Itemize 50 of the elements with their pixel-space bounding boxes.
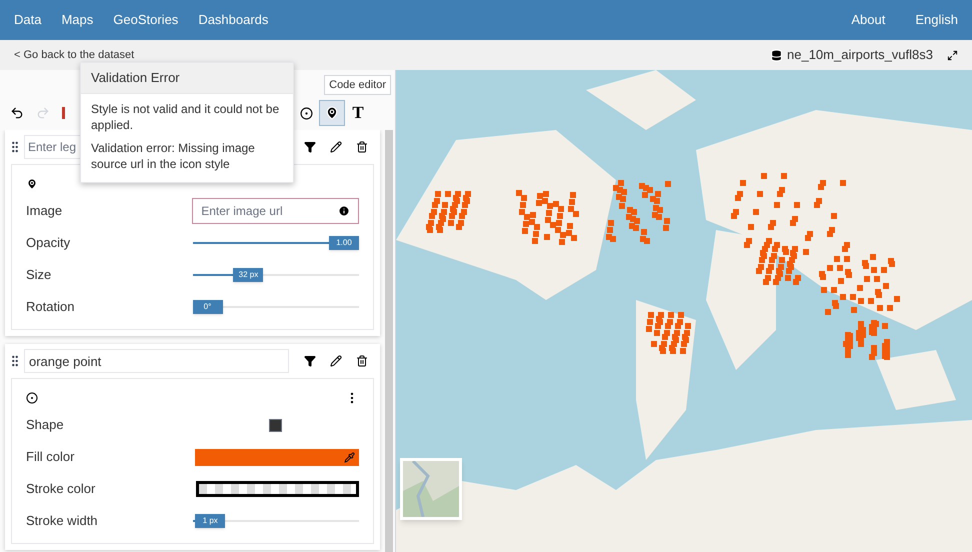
property-label: Rotation [26, 298, 76, 316]
property-label: Image [26, 202, 64, 220]
error-icon [338, 205, 350, 217]
slider[interactable]: 1 px [192, 514, 359, 528]
circle-dot-icon [26, 392, 38, 404]
undo-icon[interactable] [10, 106, 24, 120]
tooltip-title: Validation Error [81, 63, 293, 94]
edit-icon[interactable] [330, 355, 342, 367]
property-label: Fill color [26, 448, 76, 466]
edit-icon[interactable] [330, 141, 342, 153]
marker-tool-button[interactable] [319, 100, 345, 126]
fill-color-swatch[interactable] [195, 448, 359, 466]
image-url-placeholder: Enter image url [201, 203, 284, 220]
slider-handle[interactable]: 0° [192, 300, 222, 314]
stroke-color-swatch[interactable] [196, 481, 359, 497]
back-link[interactable]: < Go back to the dataset [14, 46, 134, 64]
nav-link[interactable]: Dashboards [198, 10, 268, 30]
slider[interactable]: 32 px [192, 268, 359, 282]
filter-icon[interactable] [304, 355, 316, 367]
dataset-name: ne_10m_airports_vufl8s3 [787, 46, 933, 64]
nav-link[interactable]: GeoStories [113, 10, 178, 30]
code-editor-button[interactable]: Code editor [324, 75, 391, 95]
property-label: Shape [26, 416, 65, 434]
tooltip-message: Validation error: Missing image source url in the icon style [91, 140, 256, 172]
expand-icon[interactable] [947, 50, 958, 60]
rule-name-field[interactable]: orange point [24, 349, 289, 373]
eyedropper-icon[interactable] [344, 452, 355, 462]
property-label: Size [26, 266, 52, 284]
property-label: Stroke width [26, 512, 99, 530]
slider[interactable]: 0° [192, 300, 359, 314]
slider[interactable]: 1.00 [192, 236, 359, 250]
nav-link[interactable]: About [851, 10, 886, 30]
delete-icon[interactable] [356, 355, 368, 367]
property-label: Stroke color [26, 480, 96, 498]
slider-handle[interactable]: 32 px [233, 268, 264, 282]
image-url-field[interactable]: Enter image url [192, 198, 359, 224]
nav-link[interactable]: Data [14, 10, 42, 30]
nav-link[interactable]: Maps [61, 10, 94, 30]
slider-handle[interactable]: 1.00 [329, 236, 359, 250]
delete-icon[interactable] [356, 141, 368, 153]
text-tool-button[interactable]: T [345, 100, 371, 126]
nav-link[interactable]: English [915, 10, 958, 30]
scrollbar[interactable] [385, 130, 393, 552]
database-icon [770, 48, 784, 62]
filter-icon[interactable] [304, 141, 316, 153]
circle-dot-icon [300, 106, 312, 120]
square-shape-icon[interactable] [269, 418, 282, 432]
tooltip-message: Style is not valid and it could not be applied. [91, 100, 280, 132]
slider-handle[interactable]: 1 px [195, 514, 226, 528]
property-label: Opacity [26, 234, 72, 252]
